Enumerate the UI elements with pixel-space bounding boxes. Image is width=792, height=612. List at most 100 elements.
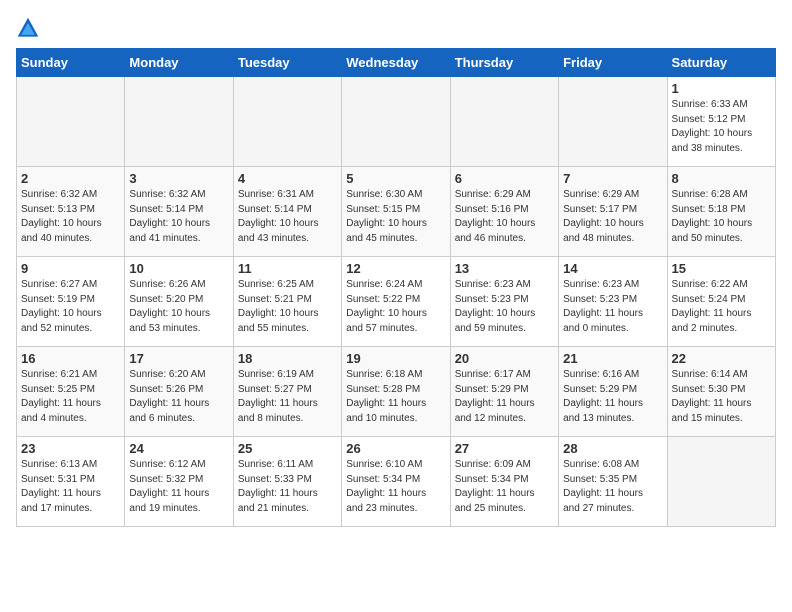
day-info: Sunrise: 6:08 AM Sunset: 5:35 PM Dayligh… xyxy=(563,458,662,516)
day-number: 28 xyxy=(563,441,662,456)
calendar-cell: 21 Sunrise: 6:16 AM Sunset: 5:29 PM Dayli… xyxy=(559,347,667,437)
day-info: Sunrise: 6:24 AM Sunset: 5:22 PM Dayligh… xyxy=(346,278,445,336)
day-info: Sunrise: 6:11 AM Sunset: 5:33 PM Dayligh… xyxy=(238,458,337,516)
calendar-cell xyxy=(667,437,775,527)
calendar-cell: 28 Sunrise: 6:08 AM Sunset: 5:35 PM Dayli… xyxy=(559,437,667,527)
day-info: Sunrise: 6:31 AM Sunset: 5:14 PM Dayligh… xyxy=(238,188,337,246)
day-number: 10 xyxy=(129,261,228,276)
calendar-week-1: 1 Sunrise: 6:33 AM Sunset: 5:12 PM Daylig… xyxy=(17,77,776,167)
header-sunday: Sunday xyxy=(17,49,125,77)
logo-icon xyxy=(16,16,40,40)
day-number: 26 xyxy=(346,441,445,456)
day-info: Sunrise: 6:33 AM Sunset: 5:12 PM Dayligh… xyxy=(672,98,771,156)
day-info: Sunrise: 6:32 AM Sunset: 5:14 PM Dayligh… xyxy=(129,188,228,246)
day-info: Sunrise: 6:32 AM Sunset: 5:13 PM Dayligh… xyxy=(21,188,120,246)
calendar-cell: 1 Sunrise: 6:33 AM Sunset: 5:12 PM Daylig… xyxy=(667,77,775,167)
day-info: Sunrise: 6:13 AM Sunset: 5:31 PM Dayligh… xyxy=(21,458,120,516)
calendar-cell xyxy=(125,77,233,167)
day-number: 16 xyxy=(21,351,120,366)
calendar-week-4: 16 Sunrise: 6:21 AM Sunset: 5:25 PM Dayli… xyxy=(17,347,776,437)
calendar-header-row: SundayMondayTuesdayWednesdayThursdayFrid… xyxy=(17,49,776,77)
day-info: Sunrise: 6:16 AM Sunset: 5:29 PM Dayligh… xyxy=(563,368,662,426)
calendar-cell: 27 Sunrise: 6:09 AM Sunset: 5:34 PM Dayli… xyxy=(450,437,558,527)
day-number: 14 xyxy=(563,261,662,276)
calendar-week-2: 2 Sunrise: 6:32 AM Sunset: 5:13 PM Daylig… xyxy=(17,167,776,257)
header-thursday: Thursday xyxy=(450,49,558,77)
header-monday: Monday xyxy=(125,49,233,77)
day-number: 25 xyxy=(238,441,337,456)
calendar-cell: 5 Sunrise: 6:30 AM Sunset: 5:15 PM Daylig… xyxy=(342,167,450,257)
day-info: Sunrise: 6:26 AM Sunset: 5:20 PM Dayligh… xyxy=(129,278,228,336)
calendar-cell: 22 Sunrise: 6:14 AM Sunset: 5:30 PM Dayli… xyxy=(667,347,775,437)
day-number: 3 xyxy=(129,171,228,186)
day-info: Sunrise: 6:14 AM Sunset: 5:30 PM Dayligh… xyxy=(672,368,771,426)
calendar-cell xyxy=(233,77,341,167)
header-tuesday: Tuesday xyxy=(233,49,341,77)
calendar-cell: 7 Sunrise: 6:29 AM Sunset: 5:17 PM Daylig… xyxy=(559,167,667,257)
day-number: 4 xyxy=(238,171,337,186)
day-number: 20 xyxy=(455,351,554,366)
day-number: 12 xyxy=(346,261,445,276)
day-info: Sunrise: 6:29 AM Sunset: 5:17 PM Dayligh… xyxy=(563,188,662,246)
calendar-cell: 16 Sunrise: 6:21 AM Sunset: 5:25 PM Dayli… xyxy=(17,347,125,437)
day-info: Sunrise: 6:20 AM Sunset: 5:26 PM Dayligh… xyxy=(129,368,228,426)
calendar-cell: 26 Sunrise: 6:10 AM Sunset: 5:34 PM Dayli… xyxy=(342,437,450,527)
logo xyxy=(16,16,44,40)
calendar-week-3: 9 Sunrise: 6:27 AM Sunset: 5:19 PM Daylig… xyxy=(17,257,776,347)
calendar-cell: 3 Sunrise: 6:32 AM Sunset: 5:14 PM Daylig… xyxy=(125,167,233,257)
calendar-cell: 13Sunrise: 6:23 AM Sunset: 5:23 PM Dayli… xyxy=(450,257,558,347)
day-info: Sunrise: 6:21 AM Sunset: 5:25 PM Dayligh… xyxy=(21,368,120,426)
calendar-cell: 6 Sunrise: 6:29 AM Sunset: 5:16 PM Daylig… xyxy=(450,167,558,257)
day-info: Sunrise: 6:29 AM Sunset: 5:16 PM Dayligh… xyxy=(455,188,554,246)
day-number: 21 xyxy=(563,351,662,366)
calendar-table: SundayMondayTuesdayWednesdayThursdayFrid… xyxy=(16,48,776,527)
day-info: Sunrise: 6:19 AM Sunset: 5:27 PM Dayligh… xyxy=(238,368,337,426)
day-number: 7 xyxy=(563,171,662,186)
calendar-cell xyxy=(450,77,558,167)
day-info: Sunrise: 6:17 AM Sunset: 5:29 PM Dayligh… xyxy=(455,368,554,426)
day-number: 23 xyxy=(21,441,120,456)
calendar-cell: 23 Sunrise: 6:13 AM Sunset: 5:31 PM Dayli… xyxy=(17,437,125,527)
day-info: Sunrise: 6:30 AM Sunset: 5:15 PM Dayligh… xyxy=(346,188,445,246)
header-wednesday: Wednesday xyxy=(342,49,450,77)
day-number: 8 xyxy=(672,171,771,186)
day-info: Sunrise: 6:23 AM Sunset: 5:23 PM Dayligh… xyxy=(563,278,662,336)
day-info: Sunrise: 6:22 AM Sunset: 5:24 PM Dayligh… xyxy=(672,278,771,336)
calendar-cell: 12 Sunrise: 6:24 AM Sunset: 5:22 PM Dayli… xyxy=(342,257,450,347)
day-info: Sunrise: 6:10 AM Sunset: 5:34 PM Dayligh… xyxy=(346,458,445,516)
calendar-cell xyxy=(559,77,667,167)
calendar-cell: 10 Sunrise: 6:26 AM Sunset: 5:20 PM Dayli… xyxy=(125,257,233,347)
day-info: Sunrise: 6:09 AM Sunset: 5:34 PM Dayligh… xyxy=(455,458,554,516)
day-number: 6 xyxy=(455,171,554,186)
calendar-cell: 2 Sunrise: 6:32 AM Sunset: 5:13 PM Daylig… xyxy=(17,167,125,257)
calendar-cell xyxy=(17,77,125,167)
day-info: Sunrise: 6:12 AM Sunset: 5:32 PM Dayligh… xyxy=(129,458,228,516)
day-number: 15 xyxy=(672,261,771,276)
day-info: Sunrise: 6:27 AM Sunset: 5:19 PM Dayligh… xyxy=(21,278,120,336)
day-number: 27 xyxy=(455,441,554,456)
calendar-cell: 15 Sunrise: 6:22 AM Sunset: 5:24 PM Dayli… xyxy=(667,257,775,347)
day-number: 17 xyxy=(129,351,228,366)
calendar-cell: 9 Sunrise: 6:27 AM Sunset: 5:19 PM Daylig… xyxy=(17,257,125,347)
calendar-cell: 18 Sunrise: 6:19 AM Sunset: 5:27 PM Dayli… xyxy=(233,347,341,437)
day-number: 5 xyxy=(346,171,445,186)
day-number: 22 xyxy=(672,351,771,366)
day-number: 9 xyxy=(21,261,120,276)
day-number: 1 xyxy=(672,81,771,96)
calendar-cell: 8 Sunrise: 6:28 AM Sunset: 5:18 PM Daylig… xyxy=(667,167,775,257)
calendar-week-5: 23 Sunrise: 6:13 AM Sunset: 5:31 PM Dayli… xyxy=(17,437,776,527)
day-info: Sunrise: 6:28 AM Sunset: 5:18 PM Dayligh… xyxy=(672,188,771,246)
calendar-cell xyxy=(342,77,450,167)
day-info: Sunrise: 6:18 AM Sunset: 5:28 PM Dayligh… xyxy=(346,368,445,426)
calendar-cell: 4 Sunrise: 6:31 AM Sunset: 5:14 PM Daylig… xyxy=(233,167,341,257)
day-number: 11 xyxy=(238,261,337,276)
calendar-cell: 20 Sunrise: 6:17 AM Sunset: 5:29 PM Dayli… xyxy=(450,347,558,437)
header-friday: Friday xyxy=(559,49,667,77)
day-number: 13 xyxy=(455,261,554,276)
day-number: 18 xyxy=(238,351,337,366)
calendar-cell: 25 Sunrise: 6:11 AM Sunset: 5:33 PM Dayli… xyxy=(233,437,341,527)
calendar-cell: 19Sunrise: 6:18 AM Sunset: 5:28 PM Dayli… xyxy=(342,347,450,437)
day-number: 2 xyxy=(21,171,120,186)
calendar-cell: 17 Sunrise: 6:20 AM Sunset: 5:26 PM Dayli… xyxy=(125,347,233,437)
page-header xyxy=(16,16,776,40)
